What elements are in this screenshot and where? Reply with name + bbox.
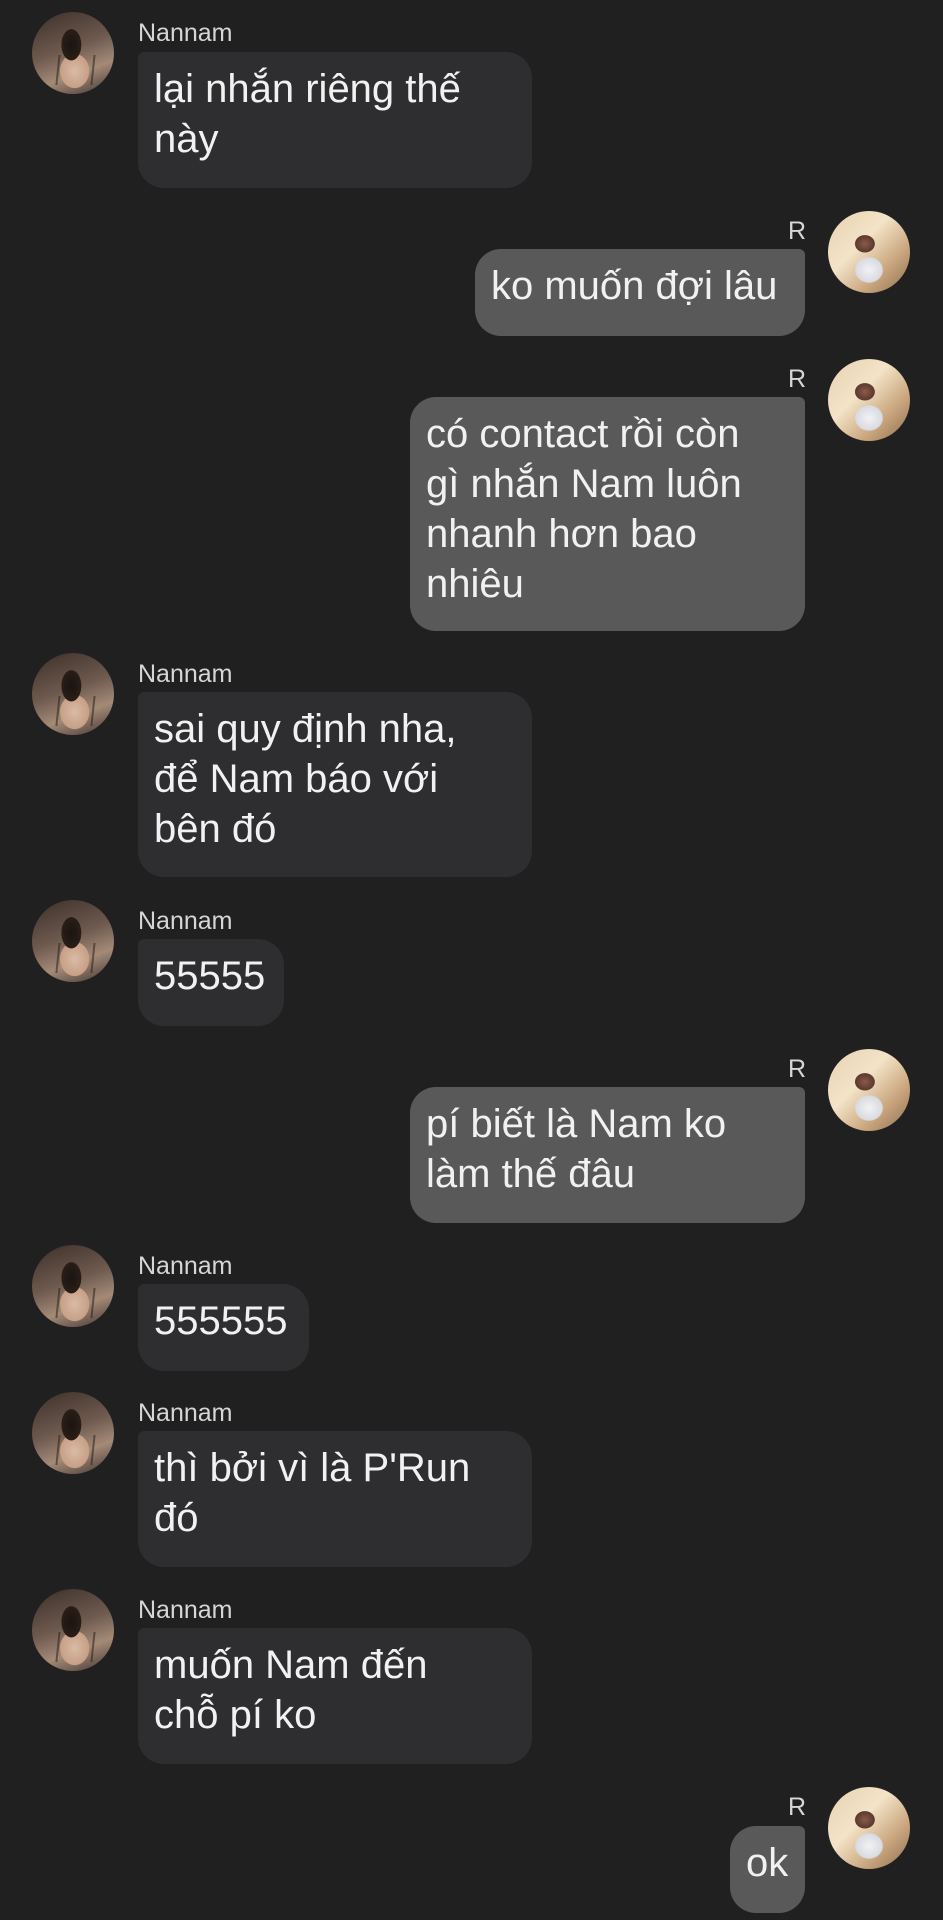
message-bubble-incoming[interactable]: 55555 xyxy=(138,939,284,1026)
message-bubble-outgoing[interactable]: pí biết là Nam ko làm thế đâu xyxy=(410,1087,805,1223)
chat-thread[interactable]: Nannam lại nhắn riêng thế này R ko muốn … xyxy=(0,0,943,1920)
message-bubble-incoming[interactable]: lại nhắn riêng thế này xyxy=(138,52,532,188)
message-bubble-incoming[interactable]: sai quy định nha, để Nam báo với bên đó xyxy=(138,692,532,877)
sender-name: Nannam xyxy=(138,1252,233,1280)
sender-name: Nannam xyxy=(138,1399,233,1427)
message-bubble-incoming[interactable]: muốn Nam đến chỗ pí ko xyxy=(138,1628,532,1764)
avatar-r[interactable] xyxy=(828,211,910,293)
sender-name: Nannam xyxy=(138,1596,233,1624)
message-bubble-outgoing[interactable]: ko muốn đợi lâu xyxy=(475,249,805,336)
message-bubble-incoming[interactable]: 555555 xyxy=(138,1284,309,1371)
avatar-r[interactable] xyxy=(828,359,910,441)
sender-name: R xyxy=(787,1055,806,1083)
sender-name: Nannam xyxy=(138,660,233,688)
sender-name: Nannam xyxy=(138,907,233,935)
sender-name: Nannam xyxy=(138,19,233,47)
avatar-nannam[interactable] xyxy=(32,12,114,94)
avatar-r[interactable] xyxy=(828,1049,910,1131)
message-bubble-outgoing[interactable]: có contact rồi còn gì nhắn Nam luôn nhan… xyxy=(410,397,805,631)
message-bubble-incoming[interactable]: thì bởi vì là P'Run đó xyxy=(138,1431,532,1567)
avatar-nannam[interactable] xyxy=(32,1392,114,1474)
sender-name: R xyxy=(787,1793,806,1821)
avatar-r[interactable] xyxy=(828,1787,910,1869)
avatar-nannam[interactable] xyxy=(32,653,114,735)
sender-name: R xyxy=(787,365,806,393)
sender-name: R xyxy=(787,217,806,245)
avatar-nannam[interactable] xyxy=(32,1245,114,1327)
avatar-nannam[interactable] xyxy=(32,900,114,982)
avatar-nannam[interactable] xyxy=(32,1589,114,1671)
message-bubble-outgoing[interactable]: ok xyxy=(730,1826,805,1913)
